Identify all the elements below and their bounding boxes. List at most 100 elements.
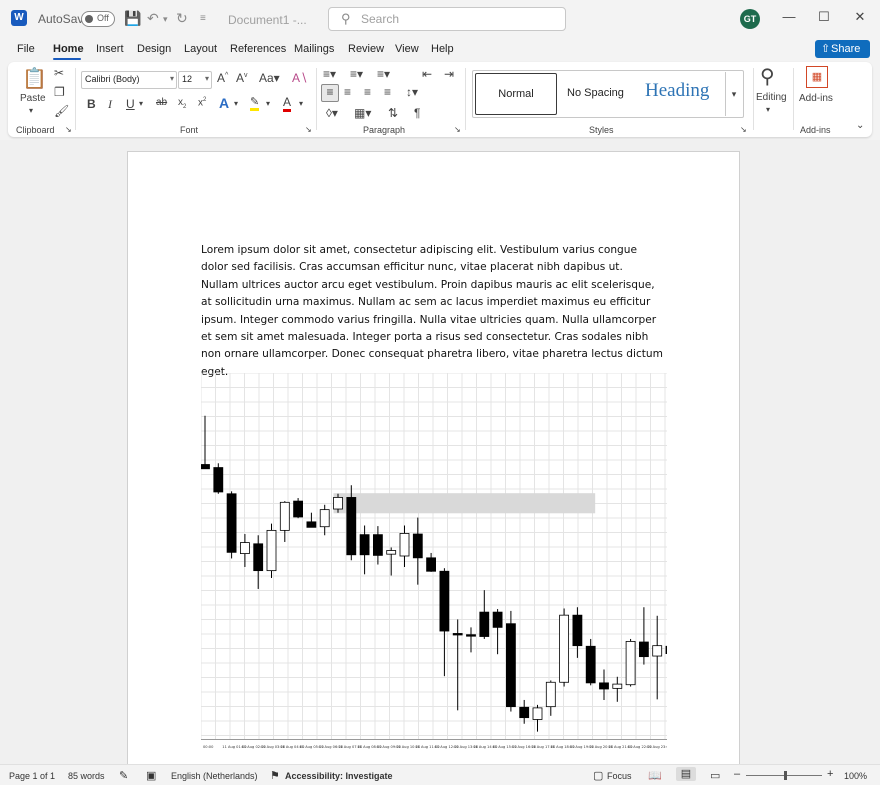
underline-dropdown-icon[interactable]: ▾ <box>139 99 143 108</box>
undo-icon[interactable]: ↶ <box>147 10 159 27</box>
paste-icon[interactable]: 📋 <box>22 66 47 90</box>
style-normal[interactable]: Normal <box>475 73 557 115</box>
font-launcher-icon[interactable]: ↘ <box>305 125 312 134</box>
tab-insert[interactable]: Insert <box>96 43 124 55</box>
candlestick-chart[interactable]: 00:00 11 Aug 01:0011 Aug 02:0011 Aug 03:0… <box>201 373 667 753</box>
tab-file[interactable]: File <box>17 43 35 55</box>
styles-launcher-icon[interactable]: ↘ <box>740 125 747 134</box>
shrink-font-icon[interactable]: Av <box>236 71 248 85</box>
tab-mailings[interactable]: Mailings <box>294 43 334 55</box>
proofing-icon[interactable]: ✎ <box>119 769 128 782</box>
bullets-icon[interactable]: ≡▾ <box>323 67 336 81</box>
numbering-icon[interactable]: ≡▾ <box>350 67 363 81</box>
align-left-icon[interactable]: ≡ <box>321 84 339 102</box>
decrease-indent-icon[interactable]: ⇤ <box>422 67 432 81</box>
subscript-icon[interactable]: x2 <box>178 97 186 110</box>
paste-label[interactable]: Paste <box>20 93 46 104</box>
italic-icon[interactable]: I <box>108 97 112 112</box>
bold-icon[interactable]: B <box>87 97 96 111</box>
tab-view[interactable]: View <box>395 43 419 55</box>
focus-icon[interactable]: ▢ <box>593 769 603 782</box>
style-normal-label: Normal <box>498 88 534 100</box>
styles-more-icon[interactable]: ▾ <box>725 72 742 116</box>
candle-body <box>201 464 210 470</box>
read-mode-icon[interactable]: 📖 <box>648 769 662 782</box>
font-name-select[interactable]: Calibri (Body) ▾ <box>81 71 177 89</box>
customize-toolbar-icon[interactable]: ≡ <box>200 13 206 24</box>
find-icon[interactable]: ⚲ <box>760 64 775 89</box>
autosave-toggle[interactable]: Off <box>81 11 115 27</box>
text-effects-icon[interactable]: A <box>219 95 229 111</box>
copy-icon[interactable]: ❐ <box>54 85 65 99</box>
addins-label[interactable]: Add-ins <box>799 93 833 104</box>
save-icon[interactable]: 💾 <box>124 10 141 27</box>
redo-icon[interactable]: ↻ <box>176 10 188 27</box>
page-count[interactable]: Page 1 of 1 <box>9 771 55 781</box>
justify-icon[interactable]: ≡ <box>384 85 391 99</box>
read-aloud-icon[interactable]: ▣ <box>146 769 156 782</box>
web-layout-icon[interactable]: ▭ <box>710 769 720 782</box>
style-heading[interactable]: Heading <box>645 80 709 102</box>
accessibility-label[interactable]: Accessibility: Investigate <box>285 771 393 781</box>
addins-group-label: Add-ins <box>800 125 831 135</box>
search-box[interactable]: ⚲ Search <box>328 7 566 31</box>
print-layout-icon[interactable]: ▤ <box>676 767 696 781</box>
strikethrough-icon[interactable]: ab <box>156 97 167 108</box>
editing-dropdown-icon[interactable]: ▾ <box>766 105 770 114</box>
sort-icon[interactable]: ⇅ <box>388 106 398 120</box>
tab-references[interactable]: References <box>230 43 286 55</box>
style-no-spacing[interactable]: No Spacing <box>567 87 624 99</box>
tab-help[interactable]: Help <box>431 43 454 55</box>
maximize-icon[interactable]: ☐ <box>814 9 834 29</box>
language-label[interactable]: English (Netherlands) <box>171 771 258 781</box>
superscript-icon[interactable]: x2 <box>198 97 206 108</box>
shading-icon[interactable]: ◊▾ <box>326 106 338 120</box>
font-size-select[interactable]: 12 ▾ <box>178 71 212 89</box>
tab-review[interactable]: Review <box>348 43 384 55</box>
text-effects-dropdown-icon[interactable]: ▾ <box>234 99 238 108</box>
editing-label[interactable]: Editing <box>756 92 787 103</box>
accessibility-icon[interactable]: ⚑ <box>270 769 280 782</box>
zoom-level[interactable]: 100% <box>844 771 867 781</box>
paste-dropdown-icon[interactable]: ▾ <box>29 106 33 115</box>
word-count[interactable]: 85 words <box>68 771 105 781</box>
zoom-slider-thumb[interactable] <box>784 771 787 780</box>
underline-icon[interactable]: U <box>126 97 135 111</box>
zoom-in-icon[interactable]: + <box>827 768 833 780</box>
styles-gallery: Normal No Spacing Heading ▾ <box>472 70 744 118</box>
highlight-dropdown-icon[interactable]: ▾ <box>266 99 270 108</box>
cut-icon[interactable]: ✂ <box>54 66 64 80</box>
user-avatar[interactable]: GT <box>740 9 760 29</box>
multilevel-list-icon[interactable]: ≡▾ <box>377 67 390 81</box>
candle-body <box>412 533 423 559</box>
collapse-ribbon-icon[interactable]: ⌄ <box>856 120 864 131</box>
align-center-icon[interactable]: ≡ <box>344 85 351 99</box>
font-color-dropdown-icon[interactable]: ▾ <box>299 99 303 108</box>
tab-design[interactable]: Design <box>137 43 171 55</box>
show-marks-icon[interactable]: ¶ <box>414 106 420 120</box>
tab-layout[interactable]: Layout <box>184 43 217 55</box>
font-color-icon[interactable]: A <box>283 95 292 112</box>
minimize-icon[interactable]: — <box>779 9 799 29</box>
paragraph-launcher-icon[interactable]: ↘ <box>454 125 461 134</box>
grow-font-icon[interactable]: A^ <box>217 71 228 85</box>
borders-icon[interactable]: ▦▾ <box>354 106 371 120</box>
share-button[interactable]: ⇧ Share <box>815 40 870 58</box>
document-title: Document1 -... <box>228 13 307 27</box>
clear-formatting-icon[interactable]: A∖ <box>292 71 308 85</box>
close-icon[interactable]: ✕ <box>850 9 870 29</box>
focus-label[interactable]: Focus <box>607 771 632 781</box>
highlight-icon[interactable]: ✎ <box>250 95 260 111</box>
status-bar: Page 1 of 1 85 words ✎ ▣ English (Nether… <box>0 764 880 785</box>
body-paragraph[interactable]: Lorem ipsum dolor sit amet, consectetur … <box>201 242 663 381</box>
change-case-icon[interactable]: Aa▾ <box>259 71 280 85</box>
align-right-icon[interactable]: ≡ <box>364 85 371 99</box>
clipboard-launcher-icon[interactable]: ↘ <box>65 125 72 134</box>
addins-icon[interactable]: ▦ <box>806 66 828 88</box>
tab-home[interactable]: Home <box>53 43 84 55</box>
line-spacing-icon[interactable]: ↕▾ <box>406 85 418 99</box>
zoom-out-icon[interactable]: – <box>734 768 740 780</box>
increase-indent-icon[interactable]: ⇥ <box>444 67 454 81</box>
undo-dropdown-icon[interactable]: ▾ <box>163 14 168 25</box>
format-painter-icon[interactable]: 🖌 <box>54 104 69 118</box>
